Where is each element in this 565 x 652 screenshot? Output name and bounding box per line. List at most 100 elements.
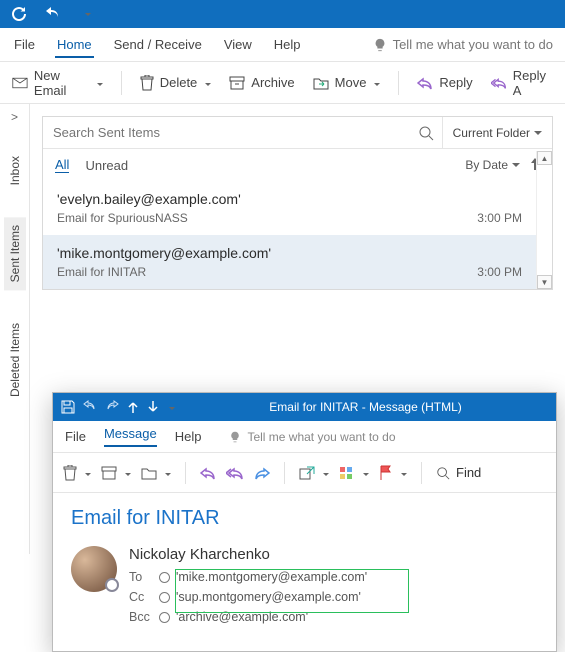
share-icon [299, 466, 315, 480]
reply-all-button[interactable] [226, 466, 244, 480]
archive-button[interactable]: Archive [229, 75, 294, 90]
compose-window: Email for INITAR - Message (HTML) File M… [52, 392, 557, 652]
tell-me-label: Tell me what you want to do [393, 37, 553, 52]
new-email-button[interactable]: New Email [12, 68, 103, 98]
sender-name: Nickolay Kharchenko [129, 546, 367, 563]
follow-up-button[interactable] [379, 465, 407, 481]
reply-all-button[interactable]: Reply A [491, 68, 553, 98]
compose-tell-me[interactable]: Tell me what you want to do [229, 430, 395, 444]
qat-more-icon[interactable] [76, 3, 98, 25]
sort-by-date[interactable]: By Date [465, 158, 520, 172]
redo-icon[interactable] [105, 400, 119, 414]
forward-icon [254, 466, 270, 480]
avatar-wrap [71, 546, 117, 606]
undo-icon[interactable] [83, 400, 97, 414]
delete-split-button[interactable] [63, 465, 91, 481]
bcc-label: Bcc [129, 607, 153, 627]
folder-sent-items[interactable]: Sent Items [4, 217, 26, 290]
compose-tab-message[interactable]: Message [104, 426, 157, 447]
trash-icon [63, 465, 77, 481]
archive-split-button[interactable] [101, 465, 131, 480]
list-item[interactable]: 'mike.montgomery@example.com' Email for … [43, 235, 536, 289]
categorize-button[interactable] [339, 465, 369, 480]
folder-inbox[interactable]: Inbox [4, 148, 26, 193]
cc-row: Cc 'sup.montgomery@example.com' [129, 587, 367, 607]
presence-icon [159, 612, 170, 623]
reply-icon [200, 466, 216, 480]
separator [421, 462, 422, 484]
compose-qat-more-icon[interactable] [167, 400, 175, 414]
body-area: > Inbox Sent Items Deleted Items Current… [0, 104, 565, 554]
move-split-button[interactable] [141, 465, 171, 480]
tab-home[interactable]: Home [55, 31, 94, 58]
categories-icon [339, 466, 355, 480]
search-input[interactable] [43, 125, 410, 140]
compose-tab-file[interactable]: File [65, 429, 86, 444]
filter-all[interactable]: All [55, 157, 69, 173]
reply-button[interactable] [200, 466, 216, 480]
ribbon-toolbar: New Email Delete Archive Move Reply Repl… [0, 62, 565, 104]
reply-button[interactable]: Reply [417, 75, 472, 90]
scroll-down-icon[interactable]: ▼ [537, 275, 552, 289]
reply-icon [417, 76, 433, 90]
trash-icon [140, 75, 154, 91]
undo-icon[interactable] [42, 3, 64, 25]
tell-me-search[interactable]: Tell me what you want to do [373, 37, 553, 52]
presence-icon [159, 592, 170, 603]
search-icon [436, 466, 450, 480]
find-button[interactable]: Find [436, 465, 481, 480]
item-subject: Email for SpuriousNASS [57, 211, 188, 225]
scrollbar[interactable]: ▲ ▼ [536, 151, 552, 289]
search-icon[interactable] [410, 125, 442, 141]
envelope-icon [12, 75, 28, 91]
item-from: 'evelyn.bailey@example.com' [57, 191, 522, 207]
tab-help[interactable]: Help [272, 31, 303, 58]
separator [398, 71, 399, 95]
delete-button[interactable]: Delete [140, 75, 212, 91]
folder-deleted-items[interactable]: Deleted Items [4, 315, 26, 405]
delete-label: Delete [160, 75, 198, 90]
tab-view[interactable]: View [222, 31, 254, 58]
separator [121, 71, 122, 95]
tab-send-receive[interactable]: Send / Receive [112, 31, 204, 58]
search-scope-dropdown[interactable]: Current Folder [442, 117, 552, 148]
quick-steps-button[interactable] [299, 465, 329, 480]
separator [185, 462, 186, 484]
move-button[interactable]: Move [313, 75, 381, 90]
compose-menu-bar: File Message Help Tell me what you want … [53, 421, 556, 453]
presence-icon [105, 578, 119, 592]
compose-body: Email for INITAR Nickolay Kharchenko To … [53, 493, 556, 641]
list-item[interactable]: 'evelyn.bailey@example.com' Email for Sp… [43, 181, 536, 235]
search-row: Current Folder [43, 117, 552, 149]
bcc-row: Bcc 'archive@example.com' [129, 607, 367, 627]
rail-expand-icon[interactable]: > [11, 110, 18, 124]
lightbulb-icon [229, 431, 241, 443]
find-label: Find [456, 465, 481, 480]
message-subject: Email for INITAR [71, 507, 538, 530]
folder-rail: > Inbox Sent Items Deleted Items [0, 104, 30, 554]
forward-button[interactable] [254, 466, 270, 480]
compose-tab-help[interactable]: Help [175, 429, 202, 444]
message-items: 'evelyn.bailey@example.com' Email for Sp… [43, 181, 552, 289]
menu-bar: File Home Send / Receive View Help Tell … [0, 28, 565, 62]
title-bar [0, 0, 565, 28]
reply-all-icon [491, 76, 507, 90]
compose-ribbon: Find [53, 453, 556, 493]
tab-file[interactable]: File [12, 31, 37, 58]
refresh-icon[interactable] [8, 3, 30, 25]
archive-label: Archive [251, 75, 294, 90]
filter-unread[interactable]: Unread [85, 158, 128, 173]
compose-tell-me-label: Tell me what you want to do [247, 430, 395, 444]
compose-title-bar: Email for INITAR - Message (HTML) [53, 393, 556, 421]
next-item-icon[interactable] [147, 400, 159, 414]
reply-label: Reply [439, 75, 472, 90]
filter-row: All Unread By Date [43, 149, 552, 181]
item-time: 3:00 PM [477, 211, 522, 225]
to-value: 'mike.montgomery@example.com' [176, 567, 367, 587]
prev-item-icon[interactable] [127, 400, 139, 414]
message-list-pane: Current Folder All Unread By Date 'evely… [42, 116, 553, 290]
item-time: 3:00 PM [477, 265, 522, 279]
save-icon[interactable] [61, 400, 75, 414]
scroll-up-icon[interactable]: ▲ [537, 151, 552, 165]
lightbulb-icon [373, 38, 387, 52]
